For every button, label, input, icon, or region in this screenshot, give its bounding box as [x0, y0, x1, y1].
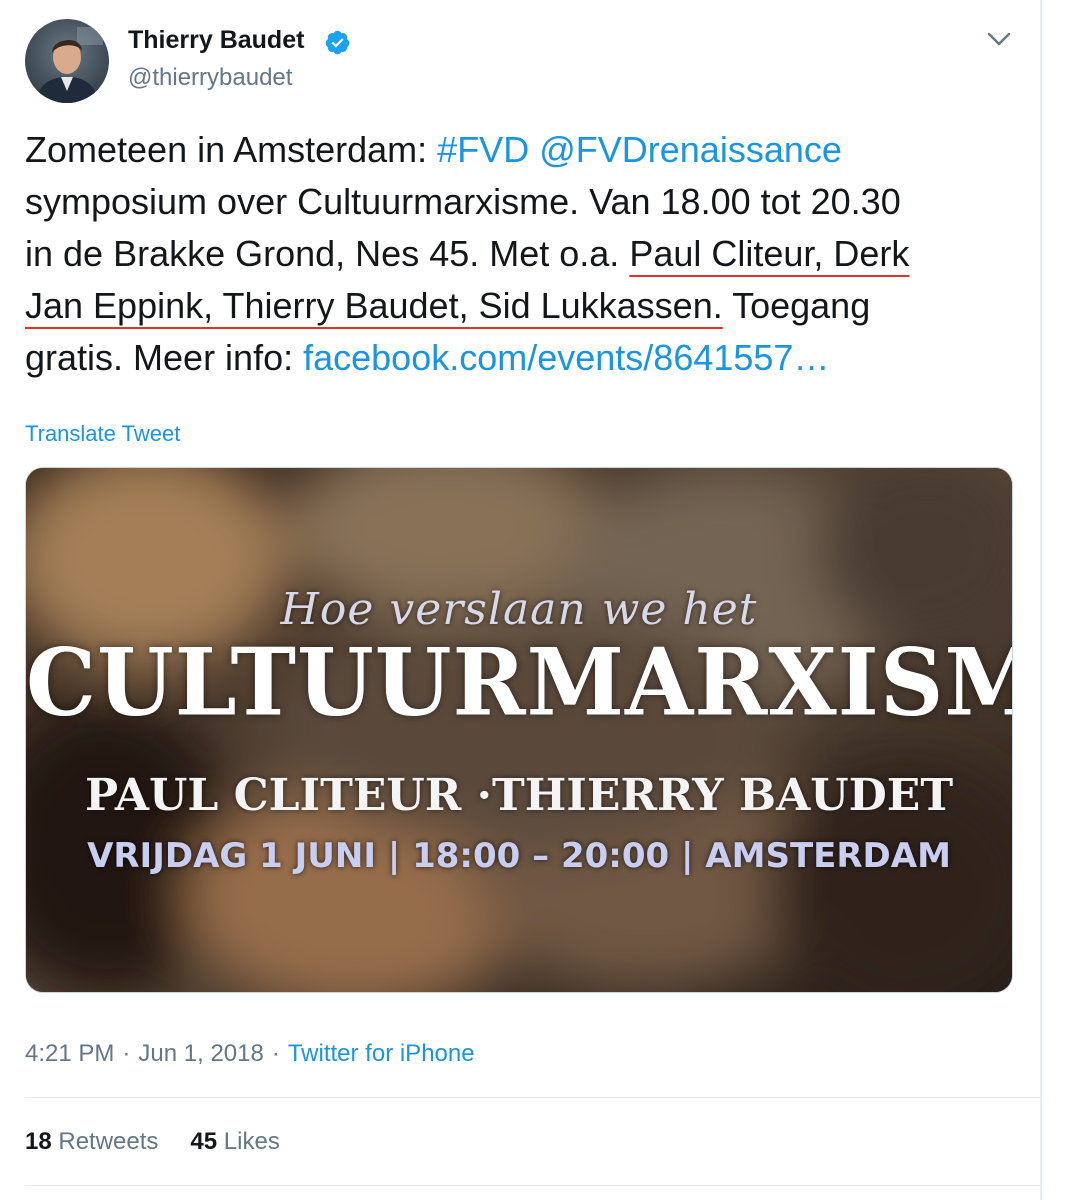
retweets-count: 18 [25, 1128, 52, 1155]
tweet-text-segment [529, 129, 539, 170]
tweet-meta: 4:21 PM · Jun 1, 2018 · Twitter for iPhone [25, 1040, 475, 1068]
hashtag-link[interactable]: #FVD [437, 129, 529, 170]
image-title: CULTUURMARXISME [26, 627, 1013, 737]
avatar[interactable] [25, 19, 109, 103]
tweet-text-segment: Zometeen in Amsterdam: [25, 129, 438, 170]
username[interactable]: @thierrybaudet [128, 64, 292, 92]
chevron-down-icon[interactable] [986, 30, 1012, 48]
tweet-stats: 18 Retweets 45 Likes [25, 1128, 312, 1156]
tweet-date[interactable]: Jun 1, 2018 [138, 1040, 263, 1067]
tweet-text-segment: in de Brakke Grond, Nes 45. Met o.a. [25, 233, 630, 274]
event-link[interactable]: facebook.com/events/8641557… [303, 337, 829, 378]
retweets-stat[interactable]: 18 Retweets [25, 1128, 158, 1155]
tweet-text: Zometeen in Amsterdam: #FVD @FVDrenaissa… [25, 124, 1025, 384]
column-border [1040, 0, 1042, 1200]
divider [25, 1097, 1040, 1098]
likes-stat[interactable]: 45 Likes [190, 1128, 279, 1155]
underlined-names: Paul Cliteur, Derk [629, 233, 910, 274]
display-name[interactable]: Thierry Baudet [128, 26, 304, 55]
tweet-line: gratis. Meer info: facebook.com/events/8… [25, 332, 1025, 384]
tweet-line: symposium over Cultuurmarxisme. Van 18.0… [25, 181, 901, 222]
tweet-text-segment: gratis. Meer info: [25, 337, 304, 378]
tweet-text-segment: Toegang [722, 285, 871, 326]
tweet-source-link[interactable]: Twitter for iPhone [288, 1040, 475, 1067]
likes-label: Likes [223, 1128, 280, 1155]
tweet-line: Jan Eppink, Thierry Baudet, Sid Lukkasse… [25, 280, 1025, 332]
tweet-line: in de Brakke Grond, Nes 45. Met o.a. Pau… [25, 228, 1025, 280]
retweets-label: Retweets [58, 1128, 159, 1155]
tweet-line: Zometeen in Amsterdam: #FVD @FVDrenaissa… [25, 124, 1025, 176]
translate-tweet-link[interactable]: Translate Tweet [25, 421, 180, 447]
mention-link[interactable]: @FVDrenaissance [539, 129, 842, 170]
image-details: VRIJDAG 1 JUNI | 18:00 – 20:00 | AMSTERD… [87, 836, 951, 876]
tweet-image[interactable]: Hoe verslaan we het CULTUURMARXISME PAUL… [25, 467, 1013, 993]
verified-badge-icon [325, 30, 350, 55]
divider [25, 1185, 1040, 1186]
meta-separator: · [122, 1040, 131, 1067]
tweet-time[interactable]: 4:21 PM [25, 1040, 114, 1067]
likes-count: 45 [190, 1128, 218, 1155]
meta-separator: · [271, 1040, 280, 1067]
underlined-names: Jan Eppink, Thierry Baudet, Sid Lukkasse… [25, 285, 723, 326]
image-speakers: PAUL CLITEUR ·THIERRY BAUDET [84, 770, 954, 821]
